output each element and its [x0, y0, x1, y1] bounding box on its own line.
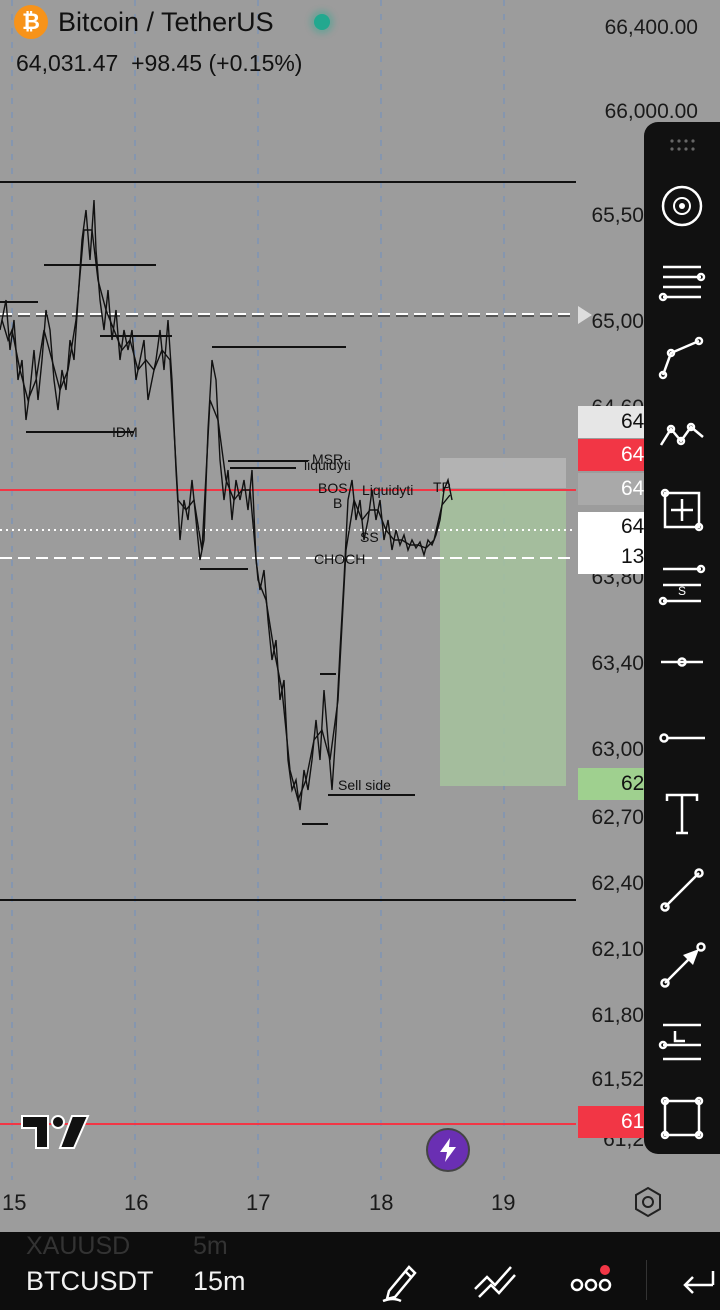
notification-dot	[600, 1265, 610, 1275]
previous-interval: 5m	[193, 1232, 228, 1260]
tp-label[interactable]: TP	[433, 479, 451, 495]
tradingview-logo[interactable]	[20, 1112, 90, 1152]
trend-lines-icon	[658, 265, 706, 302]
liquidity-label-1[interactable]: liquidyti	[304, 457, 351, 473]
long-position-tool-button[interactable]	[652, 1012, 712, 1072]
patterns-tool-button[interactable]	[652, 404, 712, 464]
horizontal-ray-icon	[661, 657, 703, 667]
alert-marker-icon[interactable]	[578, 306, 592, 324]
price-tag-entry[interactable]: 64,21	[578, 473, 648, 505]
drag-handle-icon[interactable]	[668, 138, 696, 152]
vertical-grid	[11, 0, 505, 1180]
back-button[interactable]	[674, 1256, 720, 1306]
previous-symbol: XAUUSD	[26, 1232, 131, 1260]
chart-settings-icon[interactable]	[632, 1186, 664, 1218]
price-axis-label: 65,00	[591, 310, 644, 333]
draw-button[interactable]	[376, 1256, 426, 1306]
price-tag-stop[interactable]: 62,85	[578, 768, 648, 800]
market-open-indicator	[313, 14, 330, 30]
rectangle-icon	[660, 1096, 704, 1140]
sell-side-label[interactable]: Sell side	[338, 777, 391, 793]
idm-label[interactable]: IDM	[112, 424, 138, 440]
drawing-toolbar[interactable]: S	[644, 122, 720, 1154]
pair-title[interactable]: Bitcoin / TetherUS	[58, 7, 274, 38]
price-candles	[0, 199, 453, 811]
arrow-icon	[660, 942, 706, 988]
choch-label[interactable]: CHOCH	[314, 551, 365, 567]
cursor-icon	[661, 185, 703, 227]
divider	[646, 1260, 647, 1300]
price-axis-label: 63,40	[591, 652, 644, 675]
trend-line-tool-button[interactable]	[652, 860, 712, 920]
bottom-bar[interactable]: XAUUSD 5m BTCUSDT 15m	[0, 1232, 720, 1310]
price-axis-label: 62,40	[591, 872, 644, 895]
price-axis-label: 62,70	[591, 806, 644, 829]
path-tool-button[interactable]	[652, 328, 712, 388]
structure-lines[interactable]	[0, 264, 415, 825]
price-axis-label: 66,400.00	[604, 16, 698, 39]
path-icon	[658, 336, 704, 380]
cursor-tool-button[interactable]	[652, 176, 712, 236]
liquidity-label-2[interactable]: Liquidyti	[362, 482, 413, 498]
text-tool-button[interactable]	[652, 784, 712, 844]
symbol-selector[interactable]: BTCUSDT	[26, 1266, 154, 1297]
price-axis-label: 66,000.00	[604, 100, 698, 123]
trend-line-icon	[660, 868, 704, 912]
more-button[interactable]	[566, 1256, 616, 1306]
measure-tool-button[interactable]	[652, 480, 712, 540]
price-change: +98.45	[131, 50, 203, 76]
price-change-pct: (+0.15%)	[208, 50, 303, 76]
interval-selector[interactable]: 15m	[193, 1266, 246, 1297]
rectangle-tool-button[interactable]	[652, 1088, 712, 1148]
ss-label[interactable]: SS	[360, 529, 379, 545]
time-axis-label: 19	[491, 1190, 516, 1215]
horizontal-ray-tool-button[interactable]	[652, 632, 712, 692]
price-tag-tp[interactable]: 64,21	[578, 439, 648, 471]
long-position-icon	[658, 1023, 701, 1061]
time-axis-label: 18	[369, 1190, 394, 1215]
b-label[interactable]: B	[333, 495, 342, 511]
last-price: 64,031.47	[16, 50, 119, 76]
text-icon	[665, 793, 699, 835]
indicators-button[interactable]	[470, 1256, 520, 1306]
time-axis-label: 15	[2, 1190, 27, 1215]
price-axis-label: 61,52	[591, 1068, 644, 1091]
fib-icon: S	[658, 564, 706, 606]
horizontal-line-icon	[659, 733, 705, 743]
fib-tool-button[interactable]: S	[652, 556, 712, 616]
bos-label[interactable]: BOS	[318, 480, 348, 496]
price-axis-label: 63,00	[591, 738, 644, 761]
svg-text:S: S	[678, 584, 686, 598]
trend-lines-tool-button[interactable]	[652, 252, 712, 312]
long-position-profit-zone[interactable]	[440, 458, 566, 488]
price-info: 64,031.47 +98.45 (+0.15%)	[16, 50, 302, 77]
price-tag-upper[interactable]: 64,37	[578, 406, 648, 438]
pencil-icon	[382, 1265, 417, 1303]
price-chart[interactable]: IDM MSR liquidyti BOS Liquidyti TP B SS …	[0, 0, 720, 1232]
lightning-button[interactable]	[426, 1128, 470, 1172]
bitcoin-icon: ₿	[14, 5, 48, 39]
price-axis-label: 62,10	[591, 938, 644, 961]
long-position-risk-zone[interactable]	[440, 490, 566, 786]
time-axis-label: 16	[124, 1190, 149, 1215]
price-axis-label: 65,50	[591, 204, 644, 227]
time-axis-label: 17	[246, 1190, 271, 1215]
indicators-icon	[474, 1266, 516, 1298]
patterns-icon	[659, 422, 704, 446]
current-price-tag[interactable]: 64,0313:47	[578, 512, 648, 574]
price-tag-bottom[interactable]: 61,32	[578, 1106, 648, 1138]
measure-icon	[660, 488, 704, 532]
horizontal-line-tool-button[interactable]	[652, 708, 712, 768]
back-arrow-icon	[683, 1271, 715, 1294]
symbol-header[interactable]: ₿ Bitcoin / TetherUS	[14, 0, 330, 44]
more-dots-icon	[570, 1265, 612, 1292]
price-axis-label: 61,80	[591, 1004, 644, 1027]
lightning-icon	[440, 1138, 456, 1162]
arrow-tool-button[interactable]	[652, 936, 712, 996]
